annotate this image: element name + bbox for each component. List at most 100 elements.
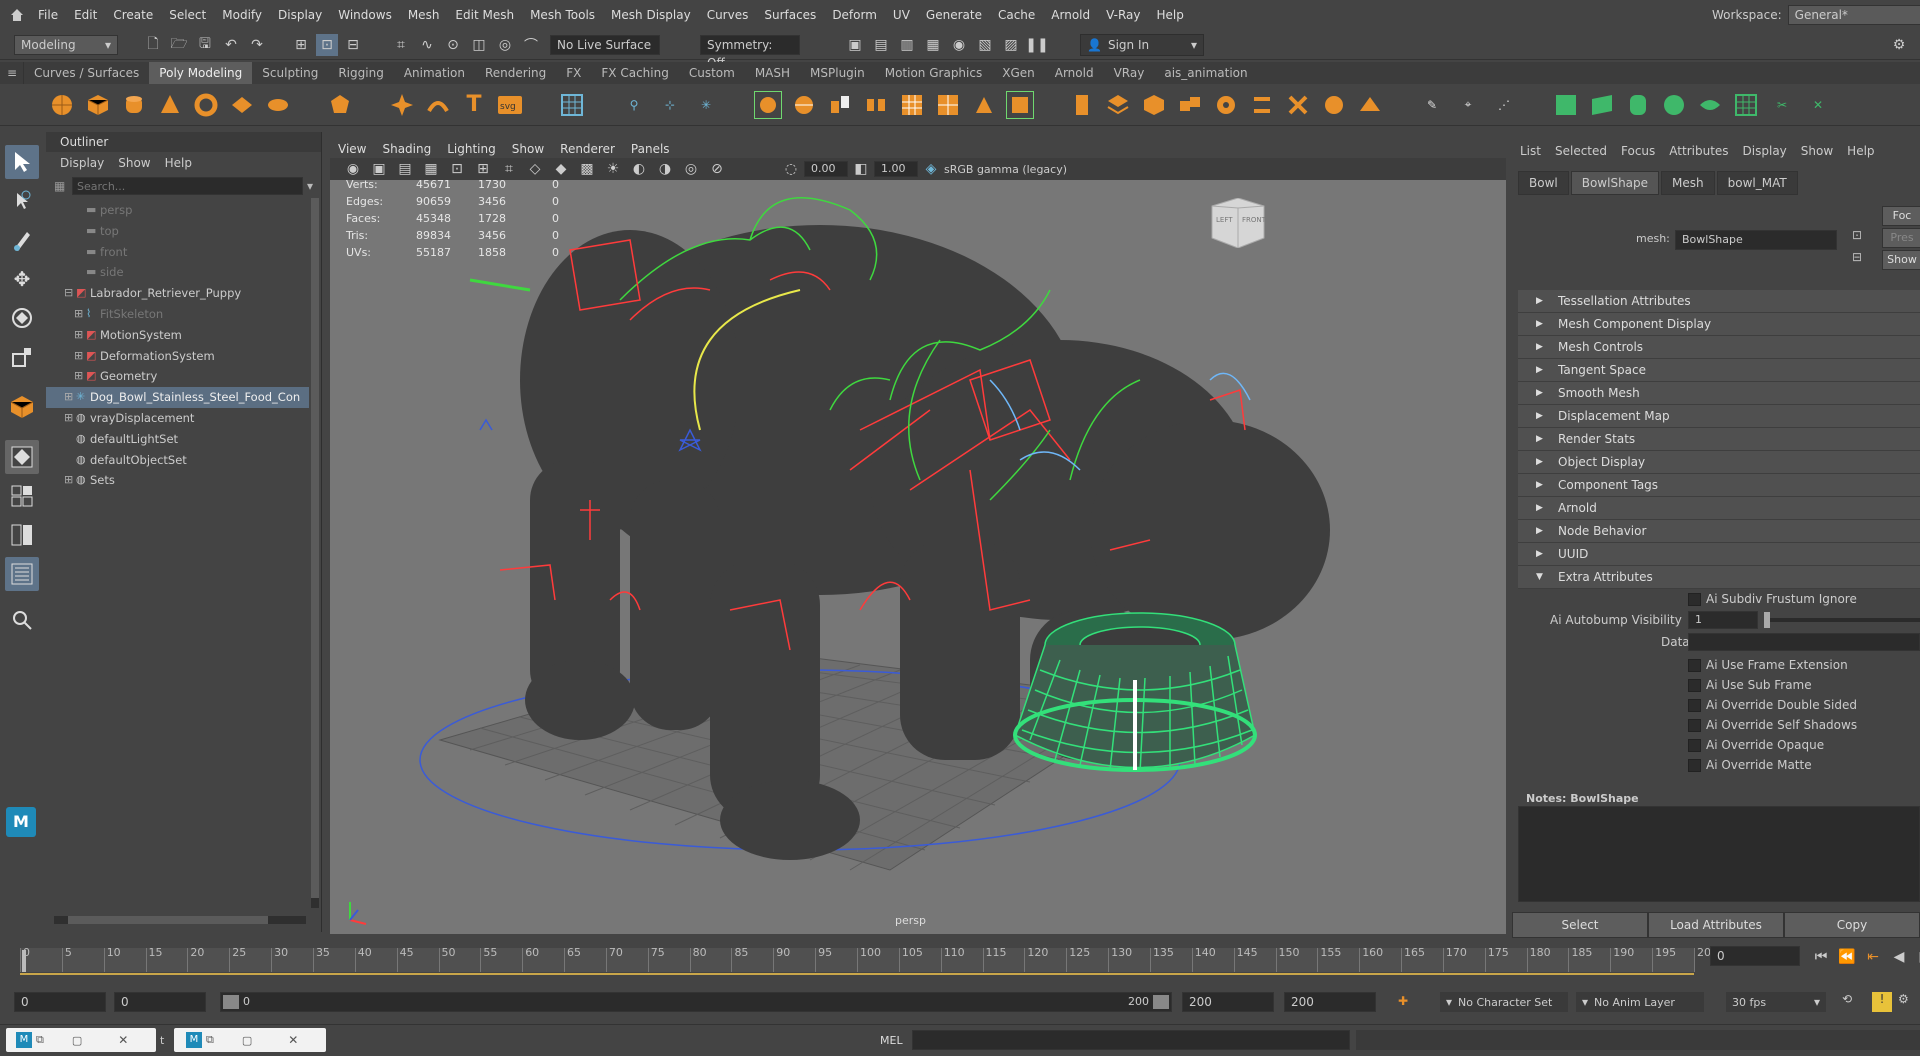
uv-planar-icon[interactable] [1588, 91, 1616, 119]
list-item[interactable]: ⊞ ◩ DeformationSystem [46, 346, 309, 367]
combine-grid-icon[interactable] [558, 91, 586, 119]
section-component-tags[interactable]: ▶ Component Tags [1518, 474, 1920, 497]
last-tool-icon[interactable] [5, 390, 39, 424]
menu-select[interactable]: Select [161, 0, 214, 30]
outliner-scrollbar[interactable] [311, 198, 319, 908]
ae-menu-attributes[interactable]: Attributes [1669, 144, 1728, 158]
viewport-menu-view[interactable]: View [330, 138, 374, 160]
poly-torus-icon[interactable] [192, 91, 220, 119]
ae-tab-mesh[interactable]: Mesh [1661, 171, 1715, 195]
menu-deform[interactable]: Deform [824, 0, 885, 30]
play-forward-icon[interactable]: ▶ [1914, 946, 1920, 968]
poly-cone-icon[interactable] [156, 91, 184, 119]
menu-windows[interactable]: Windows [330, 0, 400, 30]
tab-custom[interactable]: Custom [679, 62, 745, 84]
append-polygon-icon[interactable] [1176, 91, 1204, 119]
copy-button[interactable]: Copy [1784, 912, 1920, 938]
menu-mesh-tools[interactable]: Mesh Tools [522, 0, 603, 30]
symmetry-select[interactable]: Symmetry: Off [700, 34, 800, 70]
extrude-icon[interactable] [1068, 91, 1096, 119]
fps-select[interactable]: 30 fps ▾ [1726, 992, 1826, 1012]
outliner-layout-icon[interactable] [5, 557, 39, 591]
snap-view-icon[interactable]: ◫ [468, 34, 490, 56]
ae-menu-selected[interactable]: Selected [1555, 144, 1607, 158]
section-tangent-space[interactable]: ▶ Tangent Space [1518, 359, 1920, 382]
render-settings-icon[interactable]: ▦ [922, 34, 944, 56]
settings-icon[interactable]: ⚙ [1888, 34, 1910, 56]
viewport-menu-shading[interactable]: Shading [374, 138, 439, 160]
poly-disc-icon[interactable] [264, 91, 292, 119]
poly-plane-icon[interactable] [228, 91, 256, 119]
current-frame-field[interactable]: 0 [1710, 946, 1800, 966]
ai-override-opaque-checkbox[interactable] [1688, 739, 1701, 752]
menu-display[interactable]: Display [270, 0, 330, 30]
measure-tool-icon[interactable]: ⚲ [620, 91, 648, 119]
uv-auto-icon[interactable] [1552, 91, 1580, 119]
anim-layer-select[interactable]: ▾ No Anim Layer [1576, 992, 1704, 1012]
range-start-handle[interactable] [223, 995, 239, 1009]
tab-mash[interactable]: MASH [745, 62, 800, 84]
expand-icon[interactable]: ⊞ [74, 366, 83, 387]
isolate-select-icon[interactable]: ⊘ [706, 158, 728, 180]
section-mesh-component-display[interactable]: ▶ Mesh Component Display [1518, 313, 1920, 336]
ai-override-self-shadows-checkbox[interactable] [1688, 719, 1701, 732]
bridge-icon[interactable] [1140, 91, 1168, 119]
ipr-render-icon[interactable]: ▥ [896, 34, 918, 56]
list-item[interactable]: ⊞ ✳ Dog_Bowl_Stainless_Steel_Food_Con [46, 387, 309, 408]
section-object-display[interactable]: ▶ Object Display [1518, 451, 1920, 474]
close-icon[interactable]: ✕ [288, 1033, 298, 1047]
tab-rigging[interactable]: Rigging [328, 62, 393, 84]
live-surface-field[interactable]: No Live Surface [550, 34, 660, 55]
ae-menu-list[interactable]: List [1520, 144, 1541, 158]
menu-edit-mesh[interactable]: Edit Mesh [447, 0, 522, 30]
combine-icon[interactable] [826, 91, 854, 119]
sign-in-button[interactable]: 👤 Sign In ▾ [1080, 33, 1204, 56]
tab-msplugin[interactable]: MSPlugin [800, 62, 875, 84]
uv-cut-icon[interactable]: ✂ [1768, 91, 1796, 119]
ae-tab-bowl[interactable]: Bowl [1518, 171, 1569, 195]
menu-mesh-display[interactable]: Mesh Display [603, 0, 699, 30]
platonic-solid-icon[interactable] [326, 91, 354, 119]
rotate-tool-icon[interactable] [5, 301, 39, 335]
tab-fx[interactable]: FX [556, 62, 591, 84]
range-end-handle[interactable] [1153, 995, 1169, 1009]
tab-vray[interactable]: VRay [1104, 62, 1155, 84]
notes-textarea[interactable] [1518, 806, 1920, 902]
uv-unfold-icon[interactable] [1696, 91, 1724, 119]
mirror-tool-icon[interactable] [754, 90, 782, 119]
xray-icon[interactable]: ◎ [680, 158, 702, 180]
menu-curves[interactable]: Curves [699, 0, 757, 30]
section-tessellation-attributes[interactable]: ▶ Tessellation Attributes [1518, 290, 1920, 313]
hypershade-icon[interactable]: ◉ [948, 34, 970, 56]
center-pivot-icon[interactable]: ✳ [692, 91, 720, 119]
tab-motion-graphics[interactable]: Motion Graphics [875, 62, 993, 84]
section-node-behavior[interactable]: ▶ Node Behavior [1518, 520, 1920, 543]
scene-end-field[interactable]: 200 [1284, 992, 1376, 1012]
save-scene-icon[interactable]: 🖫 [194, 34, 216, 56]
uv-cylindrical-icon[interactable] [1624, 91, 1652, 119]
lights-icon[interactable]: ☀ [602, 158, 624, 180]
lasso-tool-icon[interactable] [5, 184, 39, 218]
list-item[interactable]: ⊞ ◍ vrayDisplacement [46, 408, 309, 429]
extract-icon[interactable] [898, 91, 926, 119]
subdiv-frustum-checkbox[interactable] [1688, 593, 1701, 606]
target-weld-icon[interactable]: ⌖ [1454, 91, 1482, 119]
section-smooth-mesh[interactable]: ▶ Smooth Mesh [1518, 382, 1920, 405]
list-item[interactable]: ▬ side [46, 262, 309, 283]
step-back-icon[interactable]: ⏪ [1836, 946, 1858, 968]
undo-icon[interactable]: ↶ [220, 34, 242, 56]
single-perspective-icon[interactable] [5, 440, 39, 474]
viewport-canvas[interactable]: LEFT FRONT Verts: 45671 1730 0 Edges: 90659 34… [330, 178, 1506, 934]
tab-curves-surfaces[interactable]: Curves / Surfaces [24, 62, 149, 84]
boolean-icon[interactable] [934, 91, 962, 119]
colorspace-label[interactable]: sRGB gamma (legacy) [944, 163, 1067, 176]
list-item[interactable]: ◍ defaultLightSet [46, 429, 309, 450]
menu-modify[interactable]: Modify [214, 0, 270, 30]
menu-surfaces[interactable]: Surfaces [756, 0, 824, 30]
live-surface-icon[interactable]: ⌒ [520, 34, 542, 56]
view-cube[interactable]: LEFT FRONT [1210, 197, 1266, 249]
ai-override-double-sided-checkbox[interactable] [1688, 699, 1701, 712]
super-shape-icon[interactable] [388, 91, 416, 119]
anim-start-field[interactable]: 0 [114, 992, 206, 1012]
anim-end-field[interactable]: 200 [1182, 992, 1274, 1012]
